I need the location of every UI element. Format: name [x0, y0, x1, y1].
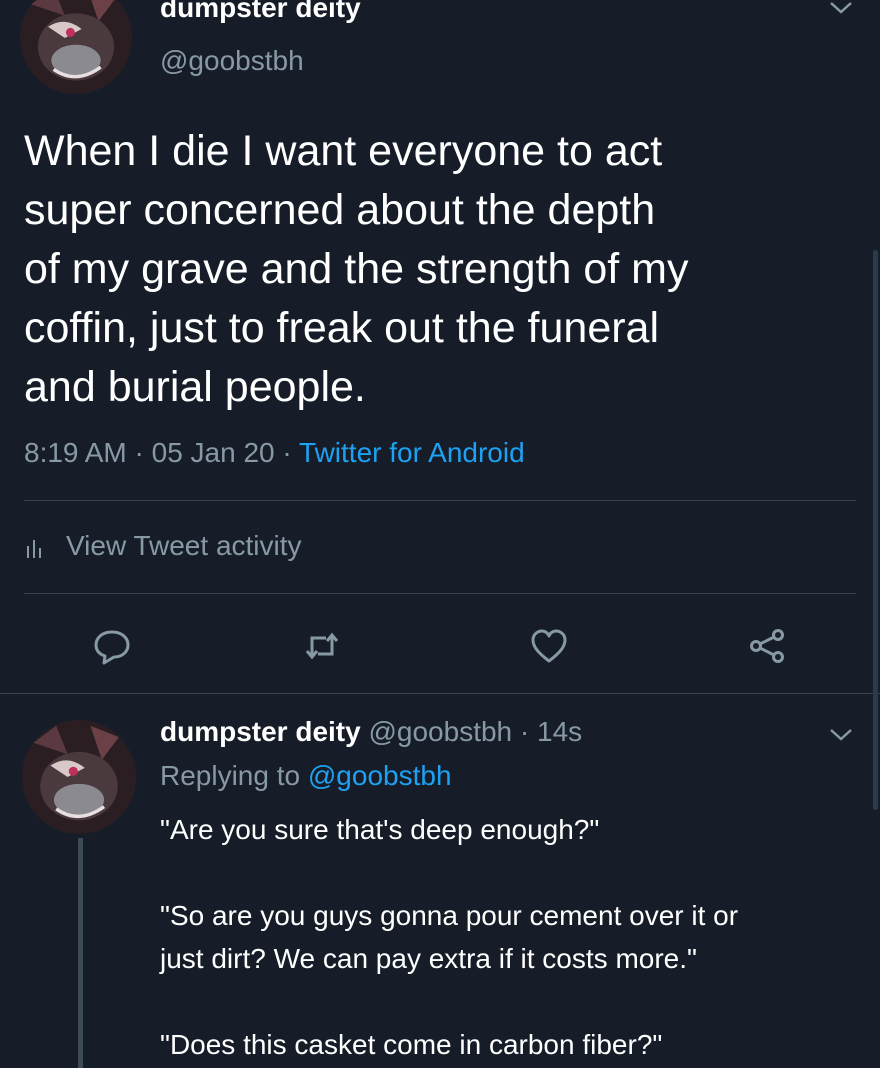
- meta-separator: ·: [274, 437, 300, 468]
- divider: [0, 693, 880, 694]
- activity-label: View Tweet activity: [66, 530, 302, 561]
- reply-header: dumpster deity @goobstbh · 14s: [160, 716, 582, 748]
- divider: [24, 593, 856, 594]
- tweet-source[interactable]: Twitter for Android: [299, 437, 525, 468]
- tweet-date[interactable]: 05 Jan 20: [152, 437, 275, 468]
- share-icon: [750, 629, 784, 663]
- reply-text: "Are you sure that's deep enough?" "So a…: [160, 808, 860, 1066]
- tweet-text: When I die I want everyone to act super …: [24, 122, 844, 417]
- chevron-down-icon[interactable]: [828, 0, 854, 16]
- retweet-icon: [305, 632, 339, 660]
- replying-mention[interactable]: @goobstbh: [308, 760, 452, 791]
- tweet-text-line: and burial people.: [24, 363, 366, 411]
- heart-icon: [531, 629, 567, 663]
- tweet-time[interactable]: 8:19 AM: [24, 437, 127, 468]
- author-display-name[interactable]: dumpster deity: [160, 0, 361, 24]
- retweet-button[interactable]: [300, 624, 344, 668]
- author-handle[interactable]: @goobstbh: [160, 45, 304, 77]
- tweet-text-line: coffin, just to freak out the funeral: [24, 304, 660, 352]
- meta-separator: ·: [512, 716, 538, 747]
- chevron-down-icon[interactable]: [828, 727, 854, 743]
- replying-label: Replying to: [160, 760, 301, 791]
- reply-text-line: just dirt? We can pay extra if it costs …: [160, 943, 697, 974]
- tweet-text-line: super concerned about the depth: [24, 186, 656, 234]
- reply-age[interactable]: 14s: [537, 716, 582, 747]
- like-button[interactable]: [527, 624, 571, 668]
- tweet-text-line: When I die I want everyone to act: [24, 127, 663, 175]
- share-button[interactable]: [745, 624, 789, 668]
- reply-author-handle[interactable]: @goobstbh: [368, 716, 512, 747]
- reply-author-avatar[interactable]: [22, 720, 136, 834]
- reply-text-line: "Are you sure that's deep enough?": [160, 814, 600, 845]
- reply-text-line: "Does this casket come in carbon fiber?": [160, 1029, 663, 1060]
- meta-separator: ·: [126, 437, 152, 468]
- thread-line: [78, 838, 83, 1068]
- reply-icon: [94, 630, 130, 665]
- divider: [24, 500, 856, 501]
- reply-button[interactable]: [90, 624, 134, 668]
- reply-author-name[interactable]: dumpster deity: [160, 716, 361, 747]
- scrollbar[interactable]: [873, 250, 878, 810]
- view-tweet-activity-link[interactable]: View Tweet activity: [24, 530, 302, 562]
- replying-to: Replying to @goobstbh: [160, 760, 452, 792]
- bar-chart-icon: [27, 540, 41, 558]
- author-avatar[interactable]: [20, 0, 132, 94]
- tweet-meta: 8:19 AM · 05 Jan 20 · Twitter for Androi…: [24, 437, 525, 469]
- reply-text-line: "So are you guys gonna pour cement over …: [160, 900, 739, 931]
- tweet-text-line: of my grave and the strength of my: [24, 245, 689, 293]
